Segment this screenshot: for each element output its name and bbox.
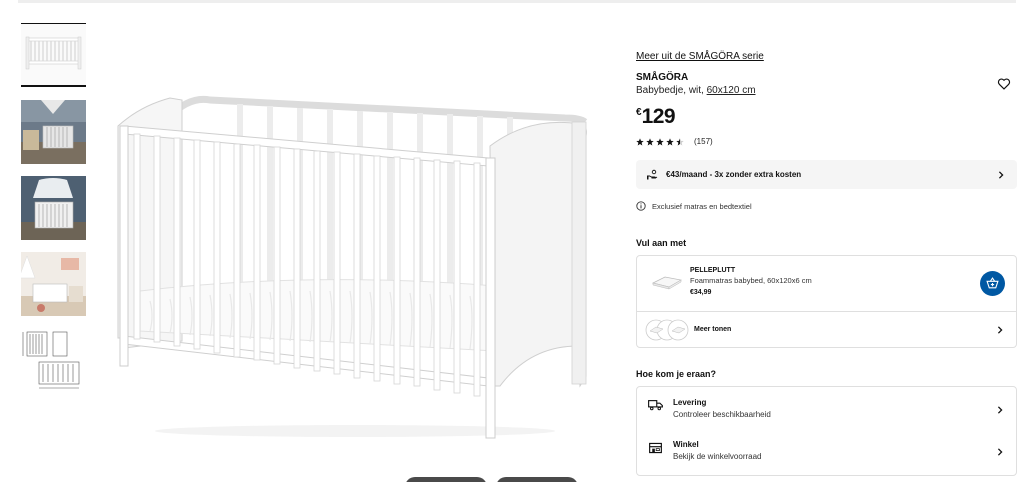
truck-icon [648, 400, 663, 411]
info-icon [636, 201, 646, 211]
star-full-icon [656, 137, 664, 145]
thumbnail-dimensions[interactable] [21, 328, 86, 392]
complement-price: €34,99 [690, 289, 712, 296]
more-products-thumbnails-icon [645, 319, 689, 341]
star-half-icon [676, 137, 684, 145]
chevron-right-icon [998, 170, 1004, 179]
complete-card: PELLEPLUTT Foammatras babybed, 60x120x6 … [636, 255, 1017, 348]
bright-nursery-photo-icon [21, 252, 86, 316]
star-full-icon [666, 137, 674, 145]
price-currency: € [636, 107, 642, 118]
crib-thumbnail-icon [21, 23, 86, 87]
star-full-icon [646, 137, 654, 145]
hand-coin-icon [647, 169, 658, 179]
complement-name: PELLEPLUTT [690, 267, 736, 274]
product-price: €129 [636, 105, 676, 129]
top-divider [18, 0, 1016, 3]
product-desc-prefix: Babybedje, wit, [636, 85, 707, 96]
favorite-heart-icon[interactable] [997, 77, 1011, 91]
chevron-right-icon [997, 406, 1003, 414]
nursery-photo-icon [21, 100, 86, 164]
thumbnail-crib-canopy[interactable] [21, 176, 86, 240]
cart-add-icon [986, 277, 999, 289]
delivery-option-levering[interactable]: Levering Controleer beschikbaarheid [637, 387, 1016, 432]
chevron-right-icon [997, 448, 1003, 456]
add-to-cart-button[interactable] [980, 271, 1005, 296]
levering-subtitle: Controleer beschikbaarheid [673, 410, 771, 419]
image-action-button-right[interactable] [496, 477, 578, 482]
show-more-row[interactable]: Meer tonen [637, 311, 1016, 348]
crib-image-icon [117, 95, 588, 439]
dimension-drawing-icon [21, 328, 86, 392]
product-name: SMÅGÖRA [636, 72, 689, 83]
levering-title: Levering [673, 398, 707, 407]
image-action-button-left[interactable] [405, 477, 487, 482]
rating[interactable]: (157) [636, 137, 713, 146]
info-text: Exclusief matras en bedtextiel [652, 201, 752, 211]
installment-banner[interactable]: €43/maand - 3x zonder extra kosten [636, 160, 1017, 189]
star-full-icon [636, 137, 644, 145]
complete-section-title: Vul aan met [636, 238, 687, 248]
product-size-link[interactable]: 60x120 cm [707, 85, 756, 96]
thumbnail-crib-front[interactable] [21, 23, 86, 87]
chevron-right-icon [997, 326, 1003, 334]
complement-desc: Foammatras babybed, 60x120x6 cm [690, 276, 812, 285]
mattress-thumbnail-icon [651, 276, 682, 290]
thumbnail-nursery-scene[interactable] [21, 100, 86, 164]
thumbnail-bright-nursery[interactable] [21, 252, 86, 316]
delivery-section-title: Hoe kom je eraan? [636, 369, 717, 379]
winkel-title: Winkel [673, 440, 699, 449]
complement-item[interactable]: PELLEPLUTT Foammatras babybed, 60x120x6 … [637, 256, 1016, 311]
delivery-card: Levering Controleer beschikbaarheid Wink… [636, 386, 1017, 476]
main-product-image[interactable] [110, 86, 600, 446]
info-note: Exclusief matras en bedtextiel [636, 201, 752, 211]
delivery-option-winkel[interactable]: Winkel Bekijk de winkelvoorraad [637, 432, 1016, 475]
show-more-label: Meer tonen [694, 326, 732, 333]
price-amount: 129 [641, 105, 676, 128]
installment-text: €43/maand - 3x zonder extra kosten [666, 170, 802, 179]
rating-count: (157) [694, 137, 713, 146]
winkel-subtitle: Bekijk de winkelvoorraad [673, 452, 762, 461]
series-link[interactable]: Meer uit de SMÅGÖRA serie [636, 51, 764, 62]
product-description: Babybedje, wit, 60x120 cm [636, 85, 756, 96]
canopy-photo-icon [21, 176, 86, 240]
store-icon [649, 442, 662, 454]
